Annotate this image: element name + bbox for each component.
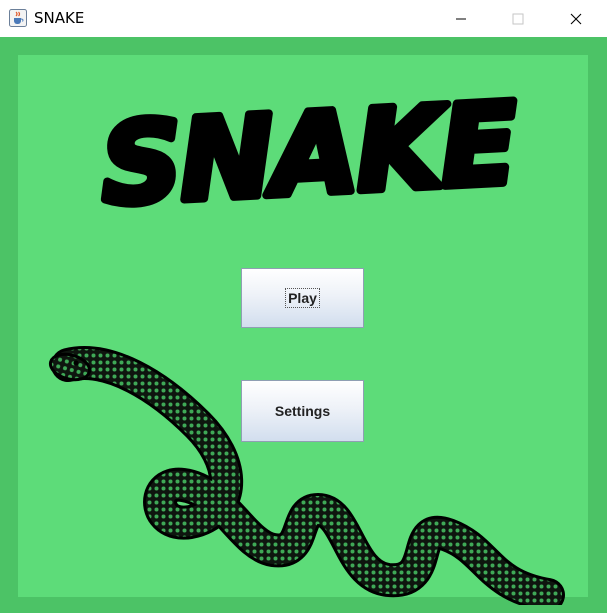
close-icon bbox=[570, 13, 582, 24]
title-bar: SNAKE bbox=[0, 0, 607, 37]
snake-eye bbox=[73, 360, 79, 366]
window-title: SNAKE bbox=[34, 9, 85, 27]
maximize-icon bbox=[512, 13, 524, 24]
play-button[interactable]: Play bbox=[241, 268, 364, 328]
minimize-button[interactable] bbox=[438, 0, 484, 37]
play-button-label: Play bbox=[285, 288, 320, 308]
snake-logo-text: SNAKE bbox=[98, 79, 520, 225]
minimize-icon bbox=[456, 18, 466, 19]
maximize-button[interactable] bbox=[495, 0, 541, 37]
java-cup-icon bbox=[9, 9, 27, 27]
menu-panel: SNAKE Play Settings bbox=[18, 55, 588, 605]
snake-logo: SNAKE bbox=[94, 75, 524, 225]
window-frame: SNAKE Play Settings bbox=[0, 37, 607, 613]
close-button[interactable] bbox=[553, 0, 599, 37]
snake-illustration bbox=[48, 346, 565, 605]
